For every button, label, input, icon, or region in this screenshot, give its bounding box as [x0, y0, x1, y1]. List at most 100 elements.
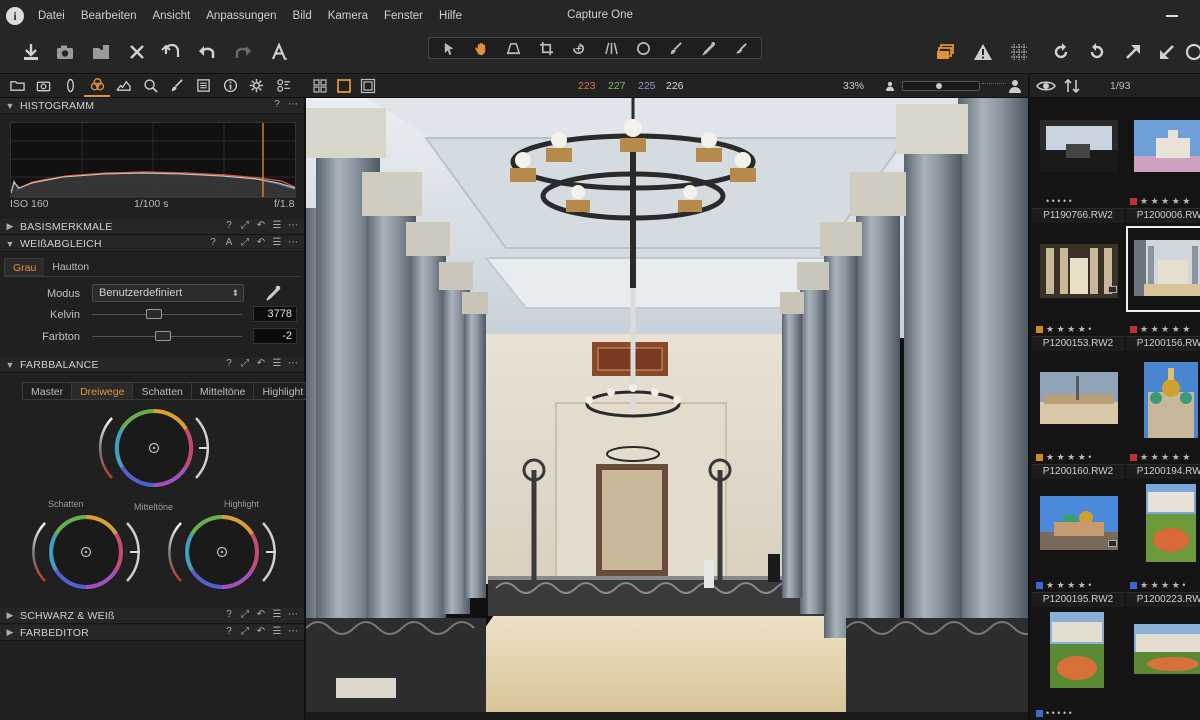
copy-icon[interactable]: ⤢ — [240, 609, 250, 620]
star-rating[interactable]: ★ ★ ★ ★ • — [1046, 452, 1091, 463]
rating-stars[interactable]: • • • • • — [1036, 195, 1122, 207]
auto-icon[interactable]: A — [224, 237, 234, 248]
basic-characteristics-header[interactable]: ▶ BASISMERKMALE ? ⤢ ↶ ☰ ⋯ — [0, 219, 304, 235]
zoom-level[interactable]: 33% — [843, 80, 864, 92]
grid-icon[interactable] — [1004, 37, 1034, 67]
color-tag[interactable] — [1036, 325, 1043, 333]
black-white-header[interactable]: ▶ SCHWARZ & WEIß ? ⤢ ↶ ☰ ⋯ — [0, 608, 304, 624]
undo-icon[interactable] — [192, 37, 222, 67]
spot-removal-icon[interactable] — [634, 39, 654, 57]
color-tag[interactable] — [1036, 453, 1043, 461]
more-icon[interactable]: ⋯ — [288, 237, 298, 248]
rating-stars[interactable]: ★ ★ ★ ★ ★ — [1130, 323, 1200, 335]
rating-stars[interactable]: • • • • • — [1036, 707, 1122, 719]
rating-stars[interactable]: ★ ★ ★ ★ • — [1130, 579, 1200, 591]
thumbnail-cell[interactable] — [1126, 610, 1200, 720]
more-tools-icon[interactable] — [1184, 37, 1200, 67]
wb-picker-icon[interactable] — [264, 284, 282, 302]
reset-icon[interactable]: ↶ — [256, 237, 266, 248]
delete-icon[interactable] — [122, 37, 152, 67]
menu-bearbeiten[interactable]: Bearbeiten — [73, 10, 145, 22]
chevron-right-icon[interactable]: ▶ — [0, 221, 20, 232]
kelvin-value-field[interactable]: 3778 — [253, 306, 297, 322]
color-tag[interactable] — [1036, 581, 1043, 589]
multi-view-icon[interactable] — [312, 78, 328, 94]
thumbnail-cell[interactable]: ★ ★ ★ ★ ★ P1200194.RW2 — [1126, 354, 1200, 482]
more-icon[interactable]: ⋯ — [288, 99, 298, 110]
apply-adjustments-icon[interactable] — [1152, 37, 1182, 67]
star-rating[interactable]: • • • • • — [1046, 708, 1072, 718]
presets-icon[interactable]: ☰ — [272, 237, 282, 248]
tint-value-field[interactable]: -2 — [253, 328, 297, 344]
rating-stars[interactable]: ★ ★ ★ ★ ★ — [1130, 451, 1200, 463]
presets-icon[interactable]: ☰ — [272, 609, 282, 620]
star-rating[interactable]: ★ ★ ★ ★ • — [1140, 580, 1185, 591]
color-tag[interactable] — [1036, 709, 1043, 717]
copy-icon[interactable]: ⤢ — [240, 220, 250, 231]
sort-icon[interactable] — [1064, 78, 1080, 94]
camera-icon[interactable] — [50, 37, 80, 67]
crop-icon[interactable] — [536, 39, 556, 57]
reset-icon[interactable]: ↶ — [256, 220, 266, 231]
shadows-wheel[interactable] — [32, 514, 140, 590]
image-viewer[interactable] — [306, 98, 1028, 712]
zoom-in-person-icon[interactable] — [1008, 78, 1022, 94]
import-icon[interactable] — [16, 37, 46, 67]
eraser-icon[interactable] — [731, 39, 751, 57]
copy-icon[interactable]: ⤢ — [240, 626, 250, 637]
tab-exposure-icon[interactable] — [110, 75, 137, 97]
pan-hand-icon[interactable] — [472, 39, 492, 57]
help-icon[interactable]: ? — [208, 237, 218, 248]
help-icon[interactable]: ? — [224, 220, 234, 231]
more-icon[interactable]: ⋯ — [288, 220, 298, 231]
app-logo-icon[interactable]: i — [6, 7, 24, 25]
copy-icon[interactable]: ⤢ — [240, 358, 250, 369]
more-icon[interactable]: ⋯ — [288, 609, 298, 620]
presets-icon[interactable]: ☰ — [272, 358, 282, 369]
histogram-header[interactable]: ▼ HISTOGRAMM ? ⋯ — [0, 98, 304, 114]
reset-adjustments-icon[interactable] — [156, 37, 186, 67]
chevron-down-icon[interactable]: ▼ — [0, 101, 20, 111]
tint-slider-handle[interactable] — [155, 331, 171, 341]
tab-capture-icon[interactable] — [31, 75, 58, 97]
chevron-down-icon[interactable]: ▼ — [0, 239, 20, 249]
chevron-right-icon[interactable]: ▶ — [0, 610, 20, 621]
rotate-icon[interactable] — [569, 39, 589, 57]
copy-adjustments-icon[interactable] — [1118, 37, 1148, 67]
star-rating[interactable]: ★ ★ ★ ★ • — [1046, 580, 1091, 591]
color-balance-header[interactable]: ▼ FARBBALANCE ? ⤢ ↶ ☰ ⋯ — [0, 357, 304, 373]
tab-lens-icon[interactable] — [57, 75, 84, 97]
menu-ansicht[interactable]: Ansicht — [144, 10, 198, 22]
presets-icon[interactable]: ☰ — [272, 220, 282, 231]
reset-icon[interactable]: ↶ — [256, 626, 266, 637]
tab-local-adjustments-icon[interactable] — [164, 75, 191, 97]
help-icon[interactable]: ? — [224, 609, 234, 620]
stack-icon[interactable] — [930, 37, 960, 67]
menu-anpassungen[interactable]: Anpassungen — [198, 10, 284, 22]
warning-icon[interactable] — [968, 37, 998, 67]
tab-batch-icon[interactable] — [270, 75, 297, 97]
thumbnail-cell[interactable]: ★ ★ ★ ★ • P1200195.RW2 — [1032, 482, 1124, 610]
star-rating[interactable]: ★ ★ ★ ★ ★ — [1140, 324, 1190, 335]
folder-camera-icon[interactable] — [86, 37, 116, 67]
color-tag[interactable] — [1130, 581, 1137, 589]
rotate-left-icon[interactable] — [1046, 37, 1076, 67]
zoom-out-person-icon[interactable] — [884, 78, 896, 94]
star-rating[interactable]: ★ ★ ★ ★ ★ — [1140, 452, 1190, 463]
pointer-icon[interactable] — [439, 39, 459, 57]
single-view-icon[interactable] — [336, 78, 352, 94]
menu-hilfe[interactable]: Hilfe — [431, 10, 470, 22]
thumbnail-cell[interactable]: ★ ★ ★ ★ • P1200153.RW2 — [1032, 226, 1124, 354]
highlights-wheel[interactable] — [168, 514, 276, 590]
thumbnail-cell-selected[interactable]: ★ ★ ★ ★ ★ P1200156.RW2 — [1126, 226, 1200, 354]
tab-library-icon[interactable] — [4, 75, 31, 97]
tab-color-icon[interactable] — [83, 75, 111, 97]
kelvin-slider-handle[interactable] — [146, 309, 162, 319]
rating-stars[interactable]: ★ ★ ★ ★ • — [1036, 451, 1122, 463]
mode-select[interactable]: Benutzerdefiniert ⬍ — [92, 284, 244, 302]
chevron-down-icon[interactable]: ▼ — [0, 360, 20, 370]
thumbnail-cell[interactable]: • • • • • — [1032, 610, 1124, 720]
thumbnail-cell[interactable]: ★ ★ ★ ★ • P1200223.RW2 — [1126, 482, 1200, 610]
menu-datei[interactable]: Datei — [30, 10, 73, 22]
color-tag[interactable] — [1130, 453, 1137, 461]
